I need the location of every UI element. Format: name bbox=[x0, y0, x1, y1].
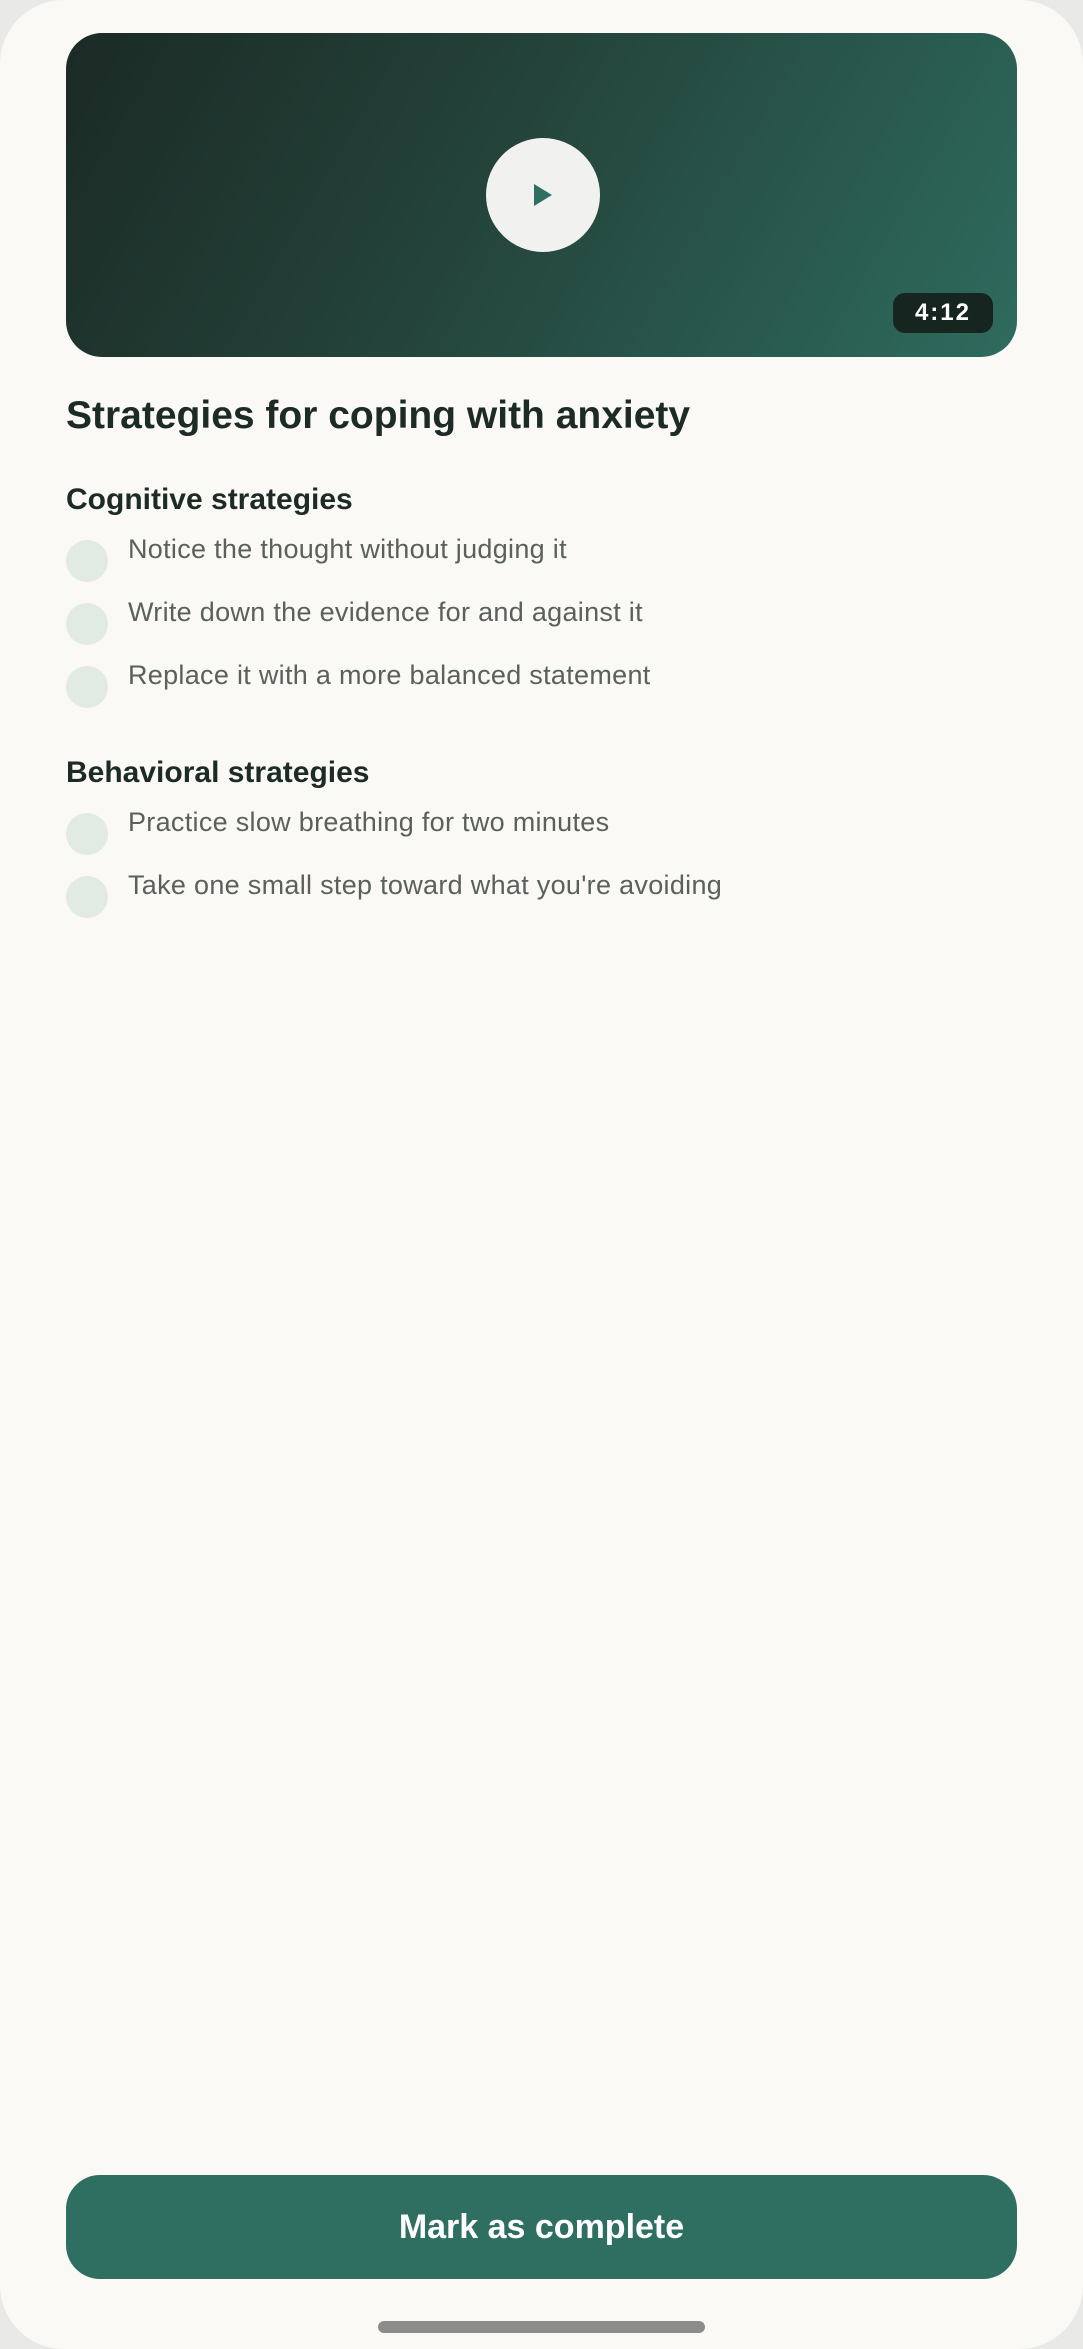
video-duration-badge: 4:12 bbox=[892, 293, 993, 333]
section-title-cognitive: Cognitive strategies bbox=[66, 483, 353, 516]
video-player[interactable]: 4:12 bbox=[66, 33, 1017, 357]
strategy-checkbox[interactable] bbox=[66, 666, 108, 708]
section-title-behavioral: Behavioral strategies bbox=[66, 756, 370, 789]
strategy-text: Write down the evidence for and against … bbox=[128, 596, 643, 627]
strategy-item[interactable]: Replace it with a more balanced statemen… bbox=[66, 660, 651, 709]
strategy-checkbox[interactable] bbox=[66, 813, 108, 855]
app-screen: 4:12 Strategies for coping with anxiety … bbox=[0, 0, 1083, 2349]
strategy-checkbox[interactable] bbox=[66, 540, 108, 582]
play-button[interactable] bbox=[486, 138, 600, 252]
home-indicator[interactable] bbox=[378, 2321, 705, 2333]
strategy-text: Take one small step toward what you're a… bbox=[128, 869, 723, 900]
lesson-title: Strategies for coping with anxiety bbox=[66, 394, 691, 437]
strategy-item[interactable]: Write down the evidence for and against … bbox=[66, 597, 643, 646]
strategy-item[interactable]: Practice slow breathing for two minutes bbox=[66, 807, 609, 856]
strategy-checkbox[interactable] bbox=[66, 603, 108, 645]
strategy-checkbox[interactable] bbox=[66, 876, 108, 918]
mark-complete-button[interactable]: Mark as complete bbox=[66, 2175, 1017, 2279]
strategy-text: Replace it with a more balanced statemen… bbox=[128, 659, 651, 690]
play-icon bbox=[534, 184, 552, 206]
strategy-item[interactable]: Take one small step toward what you're a… bbox=[66, 870, 722, 919]
strategy-text: Notice the thought without judging it bbox=[128, 533, 567, 564]
strategy-item[interactable]: Notice the thought without judging it bbox=[66, 534, 567, 583]
strategy-text: Practice slow breathing for two minutes bbox=[128, 806, 610, 837]
